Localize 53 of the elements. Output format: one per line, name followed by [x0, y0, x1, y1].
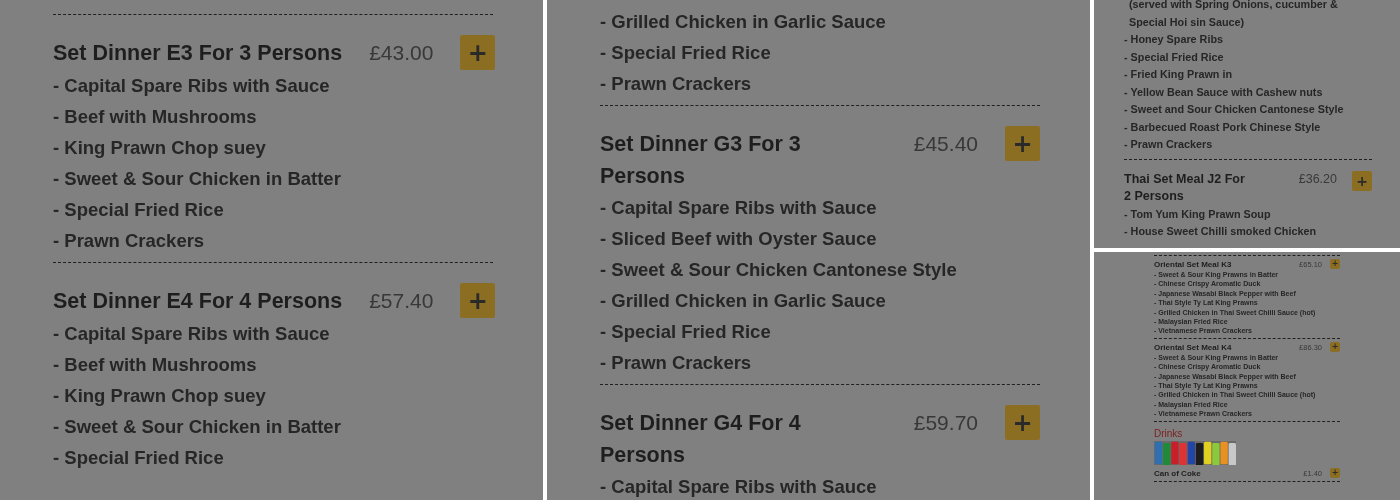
add-button[interactable]: +	[1352, 170, 1372, 191]
dish-line: - Yellow Bean Sauce with Cashew nuts	[1124, 84, 1323, 100]
dish-line: - Sliced Beef with Oyster Sauce	[600, 227, 877, 251]
dish-line: - Honey Spare Ribs	[1124, 32, 1223, 47]
dish-line: - Capital Spare Ribs with Sauce	[53, 74, 330, 98]
dish-line: - Beef with Mushrooms	[53, 105, 257, 129]
add-button[interactable]: +	[1005, 405, 1040, 440]
dish-line: - Grilled Chicken in Garlic Sauce	[600, 289, 886, 313]
dish-line: - King Prawn Chop suey	[53, 384, 266, 408]
dish-note: (served with Spring Onions, cucumber & Special Hoi sin Sauce)	[1128, 0, 1339, 30]
dish-line: - Beef with Mushrooms	[53, 353, 257, 377]
section-heading: Drinks	[1154, 426, 1184, 440]
dish-line: - Special Fried Rice	[600, 41, 771, 65]
set-title: Set Dinner E4 For 4 Persons	[53, 288, 343, 315]
set-title: Can of Coke	[1154, 467, 1202, 479]
dish-line: - Prawn Crackers	[53, 229, 205, 253]
dish-line: - Tom Yum King Prawn Soup	[1124, 206, 1271, 222]
add-button[interactable]: +	[460, 283, 496, 318]
set-title: Oriental Set Meal K4	[1154, 341, 1233, 353]
price: £59.70	[913, 410, 978, 436]
dish-line: - Capital Spare Ribs with Sauce	[600, 475, 877, 499]
dish-line: - Sweet & Sour Chicken in Batter	[53, 167, 341, 191]
dish-line: - Barbecued Roast Pork Chinese Style	[1124, 119, 1321, 135]
set-title: Set Dinner G4 For 4 Persons	[600, 410, 802, 469]
dish-line: - Prawn Crackers	[600, 351, 752, 375]
add-button[interactable]: +	[460, 35, 496, 70]
add-button[interactable]: +	[1330, 467, 1340, 478]
dish-line: - Special Fried Rice	[53, 198, 224, 222]
set-title: Oriental Set Meal K3	[1154, 259, 1233, 270]
dish-line: - Sweet & Sour Chicken in Batter	[53, 415, 341, 439]
dish-line: - Sweet & Sour Chicken Cantonese Style	[600, 258, 957, 282]
dish-line: - Prawn Crackers	[600, 72, 752, 96]
add-button[interactable]: +	[1330, 259, 1340, 269]
dish-line: - Capital Spare Ribs with Sauce	[53, 322, 330, 346]
dish-line: - Special Fried Rice	[600, 320, 771, 344]
dish-line: - King Prawn Chop suey	[53, 136, 266, 160]
dish-line: - Special Fried Rice	[53, 446, 224, 470]
price: £36.20	[1298, 170, 1337, 188]
set-title: Thai Set Meal J2 For 2 Persons	[1124, 170, 1246, 205]
set-title: Set Dinner E3 For 3 Persons	[53, 40, 343, 67]
add-button[interactable]: +	[1005, 126, 1040, 161]
dish-line: - House Sweet Chilli smoked Chicken	[1124, 224, 1316, 239]
set-title: Set Dinner G3 For 3 Persons	[600, 131, 802, 190]
dish-line: - Sweet and Sour Chicken Cantonese Style	[1124, 102, 1344, 117]
price: £43.00	[369, 40, 434, 66]
dish-line: - Special Fried Rice	[1124, 49, 1224, 65]
dish-line: - Capital Spare Ribs with Sauce	[600, 196, 877, 220]
dish-line: - Grilled Chicken in Garlic Sauce	[600, 10, 886, 34]
dish-line: - Prawn Crackers	[1124, 137, 1213, 152]
price: £45.40	[913, 131, 978, 157]
dish-line: - Fried King Prawn in	[1124, 67, 1232, 82]
price: £57.40	[369, 288, 434, 314]
add-button[interactable]: +	[1330, 341, 1340, 352]
